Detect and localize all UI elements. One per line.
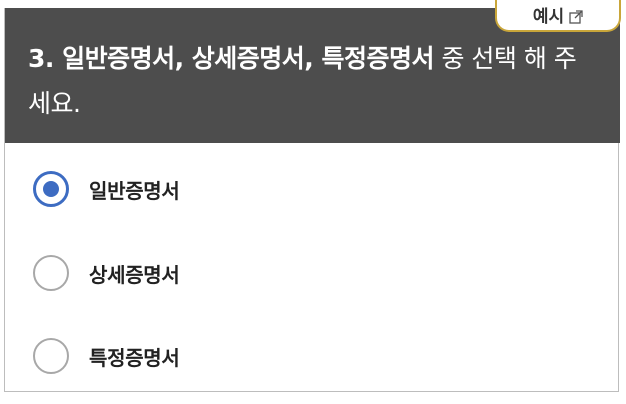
- question-title: 3. 일반증명서, 상세증명서, 특정증명서 중 선택 해 주세요.: [28, 36, 580, 126]
- option-label: 일반증명서: [89, 178, 180, 203]
- question-card: 3. 일반증명서, 상세증명서, 특정증명서 중 선택 해 주세요. 예시 일반…: [4, 0, 621, 392]
- radio-button[interactable]: [33, 338, 69, 374]
- example-button-label: 예시: [532, 7, 565, 27]
- option-detailed-certificate[interactable]: 상세증명서: [33, 255, 180, 291]
- external-link-icon: [569, 10, 583, 24]
- option-label: 상세증명서: [89, 262, 180, 287]
- radio-button[interactable]: [33, 255, 69, 291]
- option-specific-certificate[interactable]: 특정증명서: [33, 338, 180, 374]
- question-title-bold: 3. 일반증명서, 상세증명서, 특정증명서: [28, 44, 435, 73]
- radio-button-selected[interactable]: [33, 171, 69, 207]
- option-general-certificate[interactable]: 일반증명서: [33, 171, 180, 207]
- option-label: 특정증명서: [89, 345, 180, 370]
- example-button[interactable]: 예시: [495, 0, 621, 32]
